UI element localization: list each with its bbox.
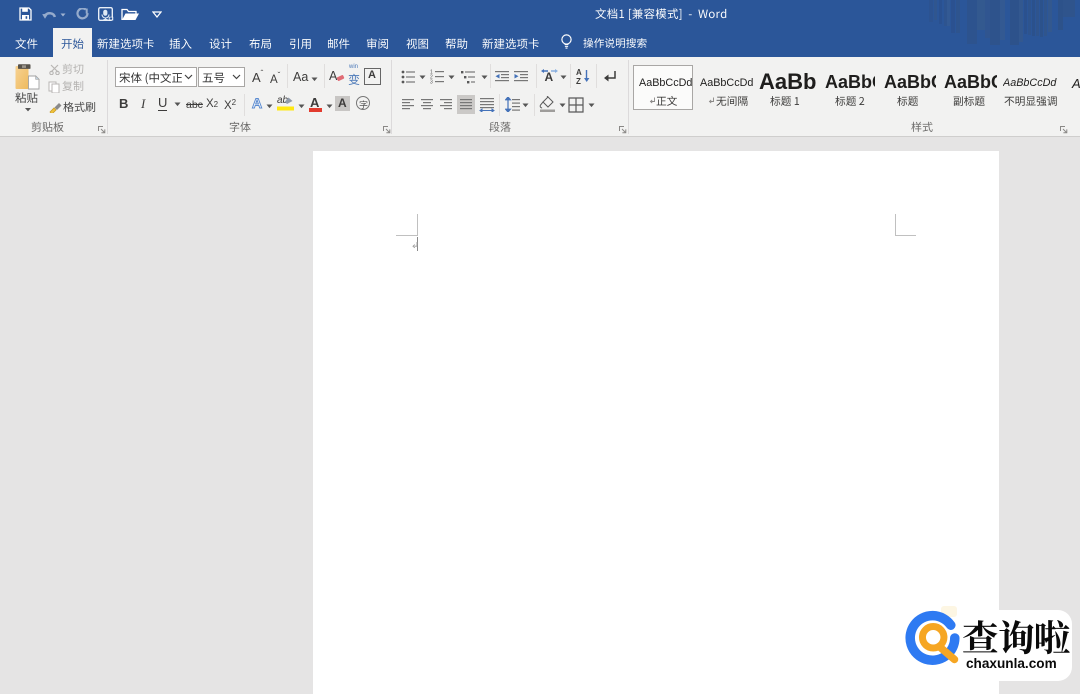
- svg-text:Z: Z: [576, 77, 581, 85]
- svg-text:A: A: [545, 70, 554, 84]
- svg-text:3: 3: [430, 80, 433, 85]
- svg-text:A: A: [576, 68, 582, 77]
